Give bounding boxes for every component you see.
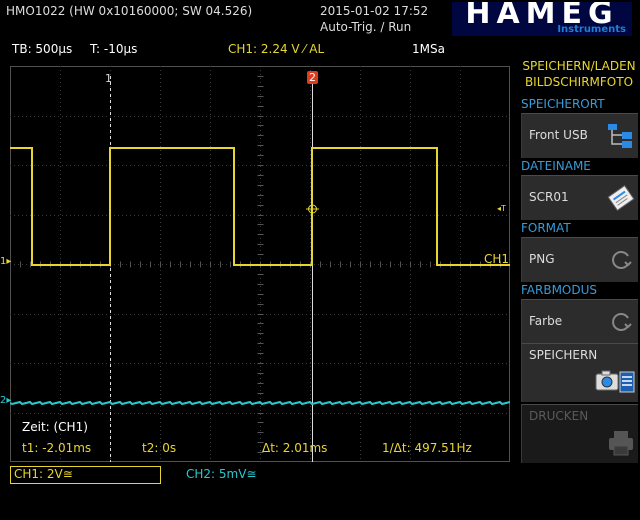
- t2-readout: t2: 0s: [142, 441, 177, 455]
- format-heading: FORMAT: [521, 221, 571, 235]
- waveform-display[interactable]: 1 2 CH1 ◂T Zeit: (CH1) t1: -2.01ms t2: 0…: [10, 66, 510, 462]
- camera-icon: [595, 370, 635, 393]
- trigger-level-marker: ◂T: [497, 204, 506, 213]
- dateiname-button[interactable]: SCR01: [521, 175, 638, 220]
- refresh-icon: [612, 251, 632, 269]
- ch1-scale[interactable]: CH1: 2V≅: [10, 466, 161, 484]
- farbmodus-button[interactable]: Farbe: [521, 299, 638, 344]
- logo-subtext: Instruments: [557, 24, 626, 35]
- dateiname-heading: DATEINAME: [521, 159, 591, 173]
- cursor-2-label: 2: [307, 71, 318, 84]
- speicherort-heading: SPEICHERORT: [521, 97, 605, 111]
- timebase[interactable]: TB: 500µs: [12, 42, 72, 56]
- refresh-icon: [612, 313, 632, 331]
- folder-tree-icon: [608, 124, 632, 148]
- ch1-trigger-setting[interactable]: CH1: 2.24 V ⁄ AL: [228, 42, 324, 56]
- format-button[interactable]: PNG: [521, 237, 638, 282]
- ch2-scale[interactable]: CH2: 5mV≅: [186, 466, 256, 482]
- speichern-button[interactable]: SPEICHERN: [521, 343, 638, 402]
- farbmodus-heading: FARBMODUS: [521, 283, 598, 297]
- speicherort-value: Front USB: [529, 128, 588, 142]
- trigger-status: Auto-Trig. / Run: [320, 20, 412, 34]
- format-value: PNG: [529, 252, 555, 266]
- drucken-button[interactable]: DRUCKEN: [521, 404, 638, 463]
- inverse-delta-t-readout: 1/Δt: 497.51Hz: [382, 441, 472, 455]
- info-bar: TB: 500µs T: -10µs CH1: 2.24 V ⁄ AL 1MSa: [0, 42, 515, 60]
- farbmodus-value: Farbe: [529, 314, 563, 328]
- ch1-ground-marker: 1▸: [0, 256, 12, 267]
- ch2-ground-marker: 2▸: [0, 395, 12, 406]
- dateiname-value: SCR01: [529, 190, 569, 204]
- sample-rate: 1MSa: [412, 42, 445, 56]
- rename-icon: [607, 185, 635, 211]
- menu-title-line1: SPEICHERN/LADEN: [522, 59, 636, 73]
- delta-t-readout: Δt: 2.01ms: [262, 441, 328, 455]
- speicherort-button[interactable]: Front USB: [521, 113, 638, 158]
- cursor-1-label: 1: [105, 72, 112, 85]
- printer-icon: [609, 431, 633, 456]
- device-info: HMO1022 (HW 0x10160000; SW 04.526): [6, 4, 253, 18]
- trigger-time[interactable]: T: -10µs: [90, 42, 137, 56]
- ch1-label: CH1: [484, 252, 510, 266]
- speichern-label: SPEICHERN: [529, 348, 598, 362]
- datetime: 2015-01-02 17:52: [320, 4, 429, 18]
- menu-title-line2: BILDSCHIRMFOTO: [524, 75, 634, 89]
- drucken-label: DRUCKEN: [529, 409, 589, 423]
- menu-title: SPEICHERN/LADEN BILDSCHIRMFOTO: [520, 58, 638, 90]
- waveform-svg: [10, 66, 510, 462]
- hameg-logo: HAMEG Instruments: [452, 2, 632, 36]
- time-measure-label: Zeit: (CH1): [22, 420, 88, 434]
- t1-readout: t1: -2.01ms: [22, 441, 92, 455]
